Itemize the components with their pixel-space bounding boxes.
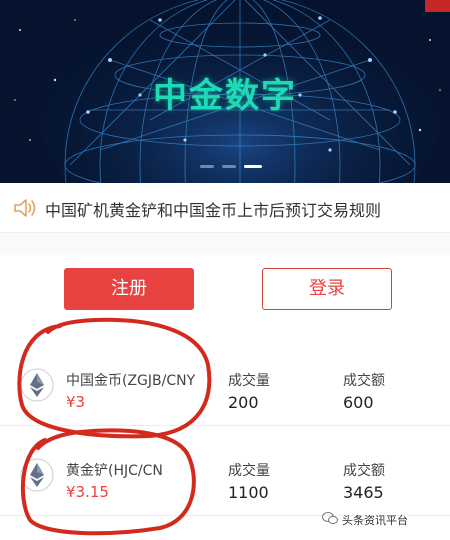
amount-label: 成交额 (343, 463, 385, 479)
volume-value: 200 (228, 393, 259, 412)
ethereum-icon (20, 368, 54, 402)
volume-label: 成交量 (228, 463, 270, 479)
volume-value: 1100 (228, 483, 269, 502)
amount-label: 成交额 (343, 373, 385, 389)
carousel-dot[interactable] (200, 165, 214, 168)
register-button[interactable]: 注册 (64, 268, 194, 310)
login-button[interactable]: 登录 (262, 268, 392, 310)
coin-name: 中国金币(ZGJB/CNY (66, 373, 196, 389)
speaker-icon (14, 199, 36, 217)
carousel-dot[interactable] (222, 165, 236, 168)
notice-text[interactable]: 中国矿机黄金铲和中国金币上市后预订交易规则 (45, 197, 381, 221)
market-row-zgjb[interactable]: 中国金币(ZGJB/CNY ¥3 成交量 200 成交额 600 (0, 340, 450, 426)
carousel-dot-active[interactable] (244, 165, 262, 168)
coin-name: 黄金铲(HJC/CN (66, 463, 163, 479)
banner-title: 中金数字 (153, 76, 297, 116)
coin-price: ¥3 (66, 393, 86, 411)
coin-price: ¥3.15 (66, 483, 109, 501)
amount-value: 600 (343, 393, 374, 412)
wechat-icon (322, 512, 338, 525)
volume-label: 成交量 (228, 373, 270, 389)
notice-bar[interactable]: 中国矿机黄金铲和中国金币上市后预订交易规则 (0, 183, 450, 233)
carousel-indicator[interactable] (0, 165, 450, 171)
ethereum-icon (20, 458, 54, 492)
watermark-text: 头条资讯平台 (342, 514, 408, 527)
hero-banner[interactable]: 中金数字 (0, 0, 450, 183)
market-row-hjc[interactable]: 黄金铲(HJC/CN ¥3.15 成交量 1100 成交额 3465 (0, 430, 450, 516)
section-divider (0, 233, 450, 255)
amount-value: 3465 (343, 483, 384, 502)
